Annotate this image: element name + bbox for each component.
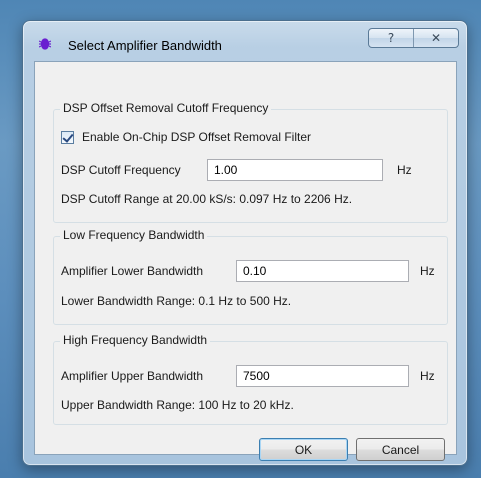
window-title: Select Amplifier Bandwidth bbox=[68, 38, 222, 53]
dsp-cutoff-unit: Hz bbox=[397, 163, 412, 177]
dialog-client-area: DSP Offset Removal Cutoff Frequency Enab… bbox=[34, 61, 457, 461]
dialog-window: Select Amplifier Bandwidth ? ✕ DSP Offse… bbox=[22, 20, 468, 466]
dsp-cutoff-frequency-input[interactable]: 1.00 bbox=[207, 159, 383, 181]
dsp-cutoff-frequency-label: DSP Cutoff Frequency bbox=[61, 163, 181, 177]
dsp-cutoff-range-text: DSP Cutoff Range at 20.00 kS/s: 0.097 Hz… bbox=[61, 192, 353, 206]
amplifier-upper-bandwidth-input[interactable]: 7500 bbox=[236, 365, 409, 387]
dsp-offset-group: DSP Offset Removal Cutoff Frequency Enab… bbox=[53, 101, 448, 223]
title-bar[interactable]: Select Amplifier Bandwidth ? ✕ bbox=[23, 21, 467, 61]
upper-bandwidth-range-text: Upper Bandwidth Range: 100 Hz to 20 kHz. bbox=[61, 398, 294, 412]
high-frequency-group: High Frequency Bandwidth Amplifier Upper… bbox=[53, 333, 448, 425]
enable-dsp-filter-checkbox[interactable] bbox=[61, 130, 74, 144]
lower-bandwidth-unit: Hz bbox=[420, 264, 435, 278]
close-button[interactable]: ✕ bbox=[413, 29, 458, 47]
app-icon bbox=[39, 38, 51, 50]
help-button[interactable]: ? bbox=[369, 29, 413, 47]
low-frequency-group-title: Low Frequency Bandwidth bbox=[60, 228, 208, 242]
lower-bandwidth-range-text: Lower Bandwidth Range: 0.1 Hz to 500 Hz. bbox=[61, 294, 292, 308]
caption-buttons: ? ✕ bbox=[368, 28, 459, 48]
cancel-button[interactable]: Cancel bbox=[356, 438, 445, 461]
enable-dsp-filter-row[interactable]: Enable On-Chip DSP Offset Removal Filter bbox=[61, 130, 311, 144]
amplifier-lower-bandwidth-label: Amplifier Lower Bandwidth bbox=[61, 264, 204, 278]
low-frequency-group: Low Frequency Bandwidth Amplifier Lower … bbox=[53, 228, 448, 325]
ok-button[interactable]: OK bbox=[259, 438, 348, 461]
enable-dsp-filter-label[interactable]: Enable On-Chip DSP Offset Removal Filter bbox=[82, 130, 311, 144]
upper-bandwidth-unit: Hz bbox=[420, 369, 435, 383]
close-icon: ✕ bbox=[430, 31, 442, 45]
high-frequency-group-title: High Frequency Bandwidth bbox=[60, 333, 211, 347]
dsp-offset-group-title: DSP Offset Removal Cutoff Frequency bbox=[60, 101, 272, 115]
amplifier-upper-bandwidth-label: Amplifier Upper Bandwidth bbox=[61, 369, 204, 383]
amplifier-lower-bandwidth-input[interactable]: 0.10 bbox=[236, 260, 409, 282]
help-icon: ? bbox=[387, 31, 395, 45]
